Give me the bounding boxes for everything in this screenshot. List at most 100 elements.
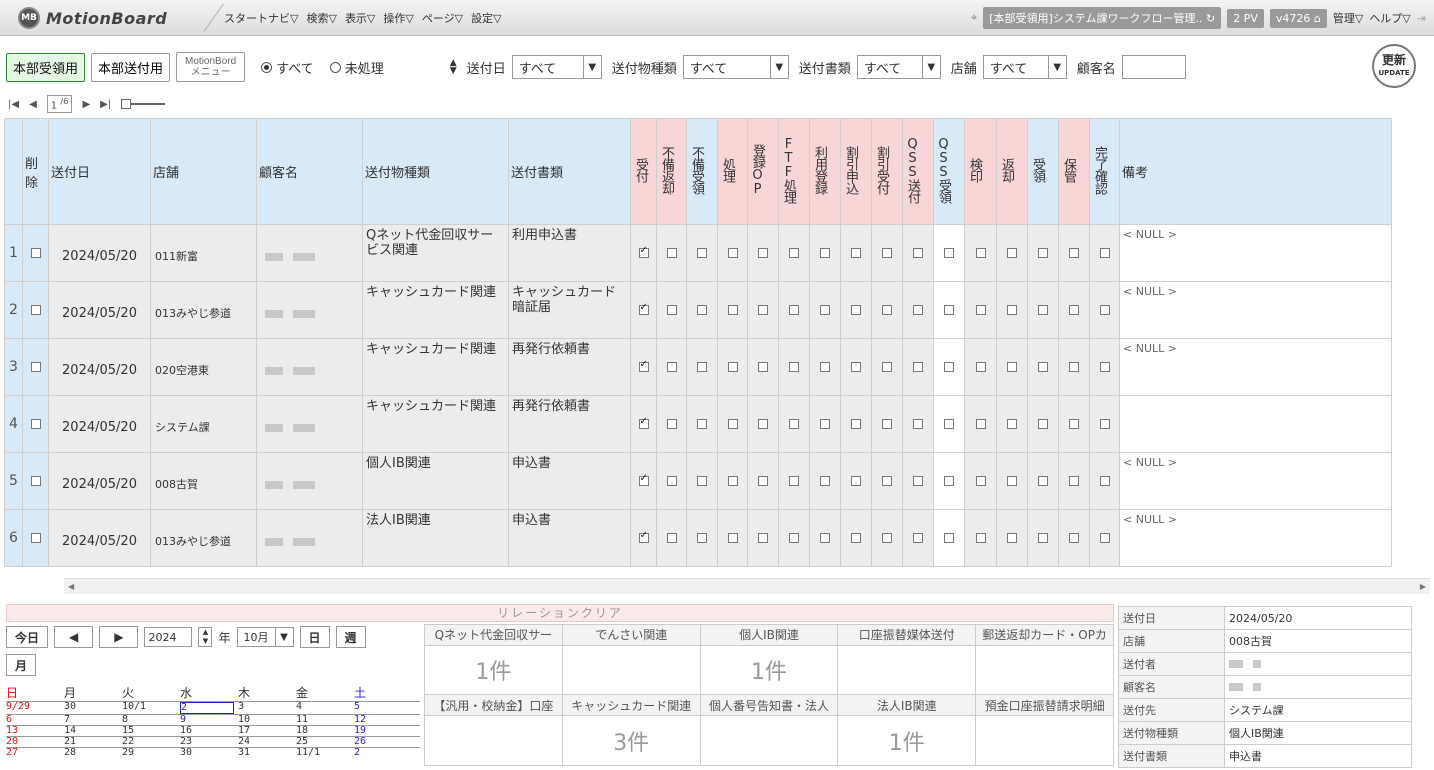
flag-cell[interactable] <box>656 281 687 339</box>
calendar-day[interactable]: 10/1 <box>122 702 180 714</box>
flag-checkbox[interactable] <box>1069 362 1079 372</box>
flag-cell[interactable] <box>809 452 841 510</box>
calendar-day[interactable]: 2 <box>180 702 234 714</box>
prev-page-icon[interactable]: ◀ <box>29 99 37 110</box>
next-month-button[interactable]: ▶ <box>99 626 139 648</box>
flag-cell[interactable] <box>630 452 657 510</box>
relation-label[interactable]: 法人IB関連 <box>837 694 977 717</box>
flag-cell[interactable] <box>630 509 657 567</box>
flag-checkbox[interactable] <box>638 302 649 315</box>
flag-cell[interactable] <box>778 281 810 339</box>
app-logo[interactable]: MB MotionBoard <box>18 7 167 29</box>
flag-cell[interactable] <box>717 338 748 396</box>
note-cell[interactable]: < NULL > <box>1119 281 1392 339</box>
relation-count[interactable] <box>424 715 563 766</box>
store-select[interactable]: すべて ▼ <box>982 55 1067 79</box>
flag-checkbox[interactable] <box>882 248 892 258</box>
note-cell[interactable]: < NULL > <box>1119 338 1392 396</box>
flag-cell[interactable] <box>1027 338 1059 396</box>
flag-cell[interactable] <box>902 224 934 282</box>
flag-cell[interactable] <box>1089 452 1120 510</box>
note-cell[interactable]: < NULL > <box>1119 509 1392 567</box>
flag-cell[interactable] <box>717 281 748 339</box>
flag-checkbox[interactable] <box>913 305 923 315</box>
flag-cell[interactable] <box>871 452 903 510</box>
flag-checkbox[interactable] <box>758 362 768 372</box>
delete-cell[interactable] <box>22 338 49 396</box>
table-row[interactable]: 1 2024/05/20011新富 Qネット代金回収サービス関連利用申込書 < NUL… <box>4 224 1392 282</box>
menu-settings[interactable]: 設定▽ <box>471 10 501 26</box>
calendar-day[interactable]: 12 <box>354 715 412 725</box>
radio-all[interactable]: すべて <box>261 58 314 77</box>
flag-cell[interactable] <box>778 509 810 567</box>
month-select[interactable]: 10月 ▼ <box>236 627 294 647</box>
refresh-icon[interactable]: ↻ <box>1206 12 1215 25</box>
calendar-day[interactable]: 15 <box>122 726 180 736</box>
delete-cell[interactable] <box>22 281 49 339</box>
flag-cell[interactable] <box>656 509 687 567</box>
flag-checkbox[interactable] <box>851 305 861 315</box>
flag-cell[interactable] <box>630 395 657 453</box>
table-row[interactable]: 6 2024/05/20013みやじ参道 法人IB関連申込書 < NULL > <box>4 509 1392 567</box>
customer-input[interactable] <box>1121 55 1186 79</box>
flag-checkbox[interactable] <box>697 305 707 315</box>
flag-checkbox[interactable] <box>789 476 799 486</box>
flag-checkbox[interactable] <box>851 476 861 486</box>
calendar-day[interactable]: 25 <box>296 737 354 747</box>
calendar-day[interactable]: 9 <box>180 715 238 725</box>
month-view-button[interactable]: 月 <box>6 654 37 676</box>
year-input[interactable]: 2024 <box>144 627 193 647</box>
relation-count[interactable]: 1件 <box>837 715 977 766</box>
flag-checkbox[interactable] <box>1099 476 1110 486</box>
delete-checkbox[interactable] <box>30 362 41 372</box>
flag-cell[interactable] <box>686 395 718 453</box>
flag-checkbox[interactable] <box>1038 305 1048 315</box>
calendar-day[interactable]: 6 <box>6 715 64 725</box>
flag-checkbox[interactable] <box>666 362 677 372</box>
flag-checkbox[interactable] <box>851 533 861 543</box>
calendar-day[interactable]: 10 <box>238 715 296 725</box>
flag-cell[interactable] <box>902 281 934 339</box>
flag-checkbox[interactable] <box>913 248 923 258</box>
flag-cell[interactable] <box>964 509 997 567</box>
flag-checkbox[interactable] <box>1007 362 1017 372</box>
relation-clear-bar[interactable]: リレーションクリア <box>6 604 1114 622</box>
flag-cell[interactable] <box>1058 224 1090 282</box>
flag-cell[interactable] <box>1058 509 1090 567</box>
flag-cell[interactable] <box>1058 281 1090 339</box>
flag-checkbox[interactable] <box>1038 476 1048 486</box>
flag-checkbox[interactable] <box>944 476 954 486</box>
flag-cell[interactable] <box>656 395 687 453</box>
flag-checkbox[interactable] <box>697 248 707 258</box>
flag-checkbox[interactable] <box>697 362 707 372</box>
flag-checkbox[interactable] <box>1007 305 1017 315</box>
table-row[interactable]: 3 2024/05/20020空港東 キャッシュカード関連再発行依頼書 < NULL … <box>4 338 1392 396</box>
radio-unprocessed[interactable]: 未処理 <box>329 58 384 77</box>
flag-cell[interactable] <box>717 395 748 453</box>
flag-cell[interactable] <box>778 224 810 282</box>
flag-cell[interactable] <box>871 395 903 453</box>
flag-checkbox[interactable] <box>789 362 799 372</box>
relation-label[interactable]: キャッシュカード関連 <box>561 694 701 717</box>
flag-checkbox[interactable] <box>913 533 923 543</box>
flag-cell[interactable] <box>996 395 1028 453</box>
flag-checkbox[interactable] <box>1069 476 1079 486</box>
menu-view[interactable]: 表示▽ <box>345 10 375 26</box>
flag-cell[interactable] <box>1089 395 1120 453</box>
horizontal-scrollbar[interactable]: ◀ ▶ <box>64 578 1430 594</box>
flag-checkbox[interactable] <box>1007 248 1017 258</box>
flag-cell[interactable] <box>747 224 779 282</box>
flag-checkbox[interactable] <box>1007 419 1017 429</box>
relation-label[interactable]: 預金口座振替請求明細 <box>975 694 1114 717</box>
menu-operation[interactable]: 操作▽ <box>383 10 413 26</box>
scroll-left-icon[interactable]: ◀ <box>68 582 74 591</box>
calendar-day[interactable]: 28 <box>64 748 122 758</box>
flag-cell[interactable] <box>686 452 718 510</box>
flag-cell[interactable] <box>933 509 965 567</box>
flag-cell[interactable] <box>1089 281 1120 339</box>
flag-cell[interactable] <box>840 509 872 567</box>
flag-cell[interactable] <box>747 452 779 510</box>
flag-checkbox[interactable] <box>727 476 738 486</box>
delete-cell[interactable] <box>22 395 49 453</box>
flag-checkbox[interactable] <box>638 245 649 258</box>
